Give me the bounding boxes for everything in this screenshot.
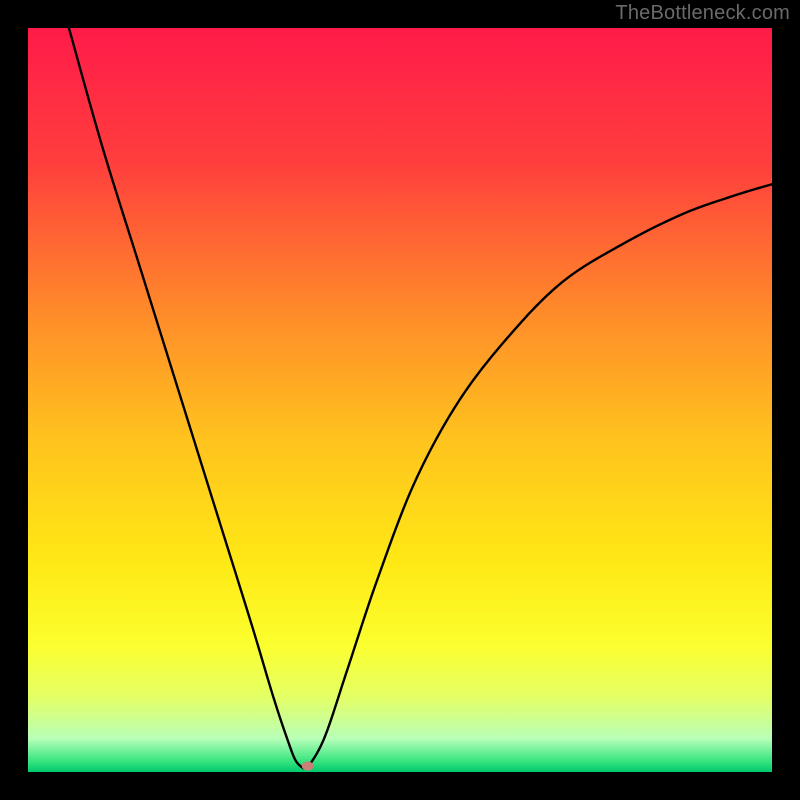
watermark-text: TheBottleneck.com	[615, 2, 790, 25]
chart-plot-area	[28, 28, 772, 772]
gradient-background	[28, 28, 772, 772]
chart-svg	[28, 28, 772, 772]
chart-frame: TheBottleneck.com	[0, 0, 800, 800]
optimum-marker	[302, 762, 314, 771]
